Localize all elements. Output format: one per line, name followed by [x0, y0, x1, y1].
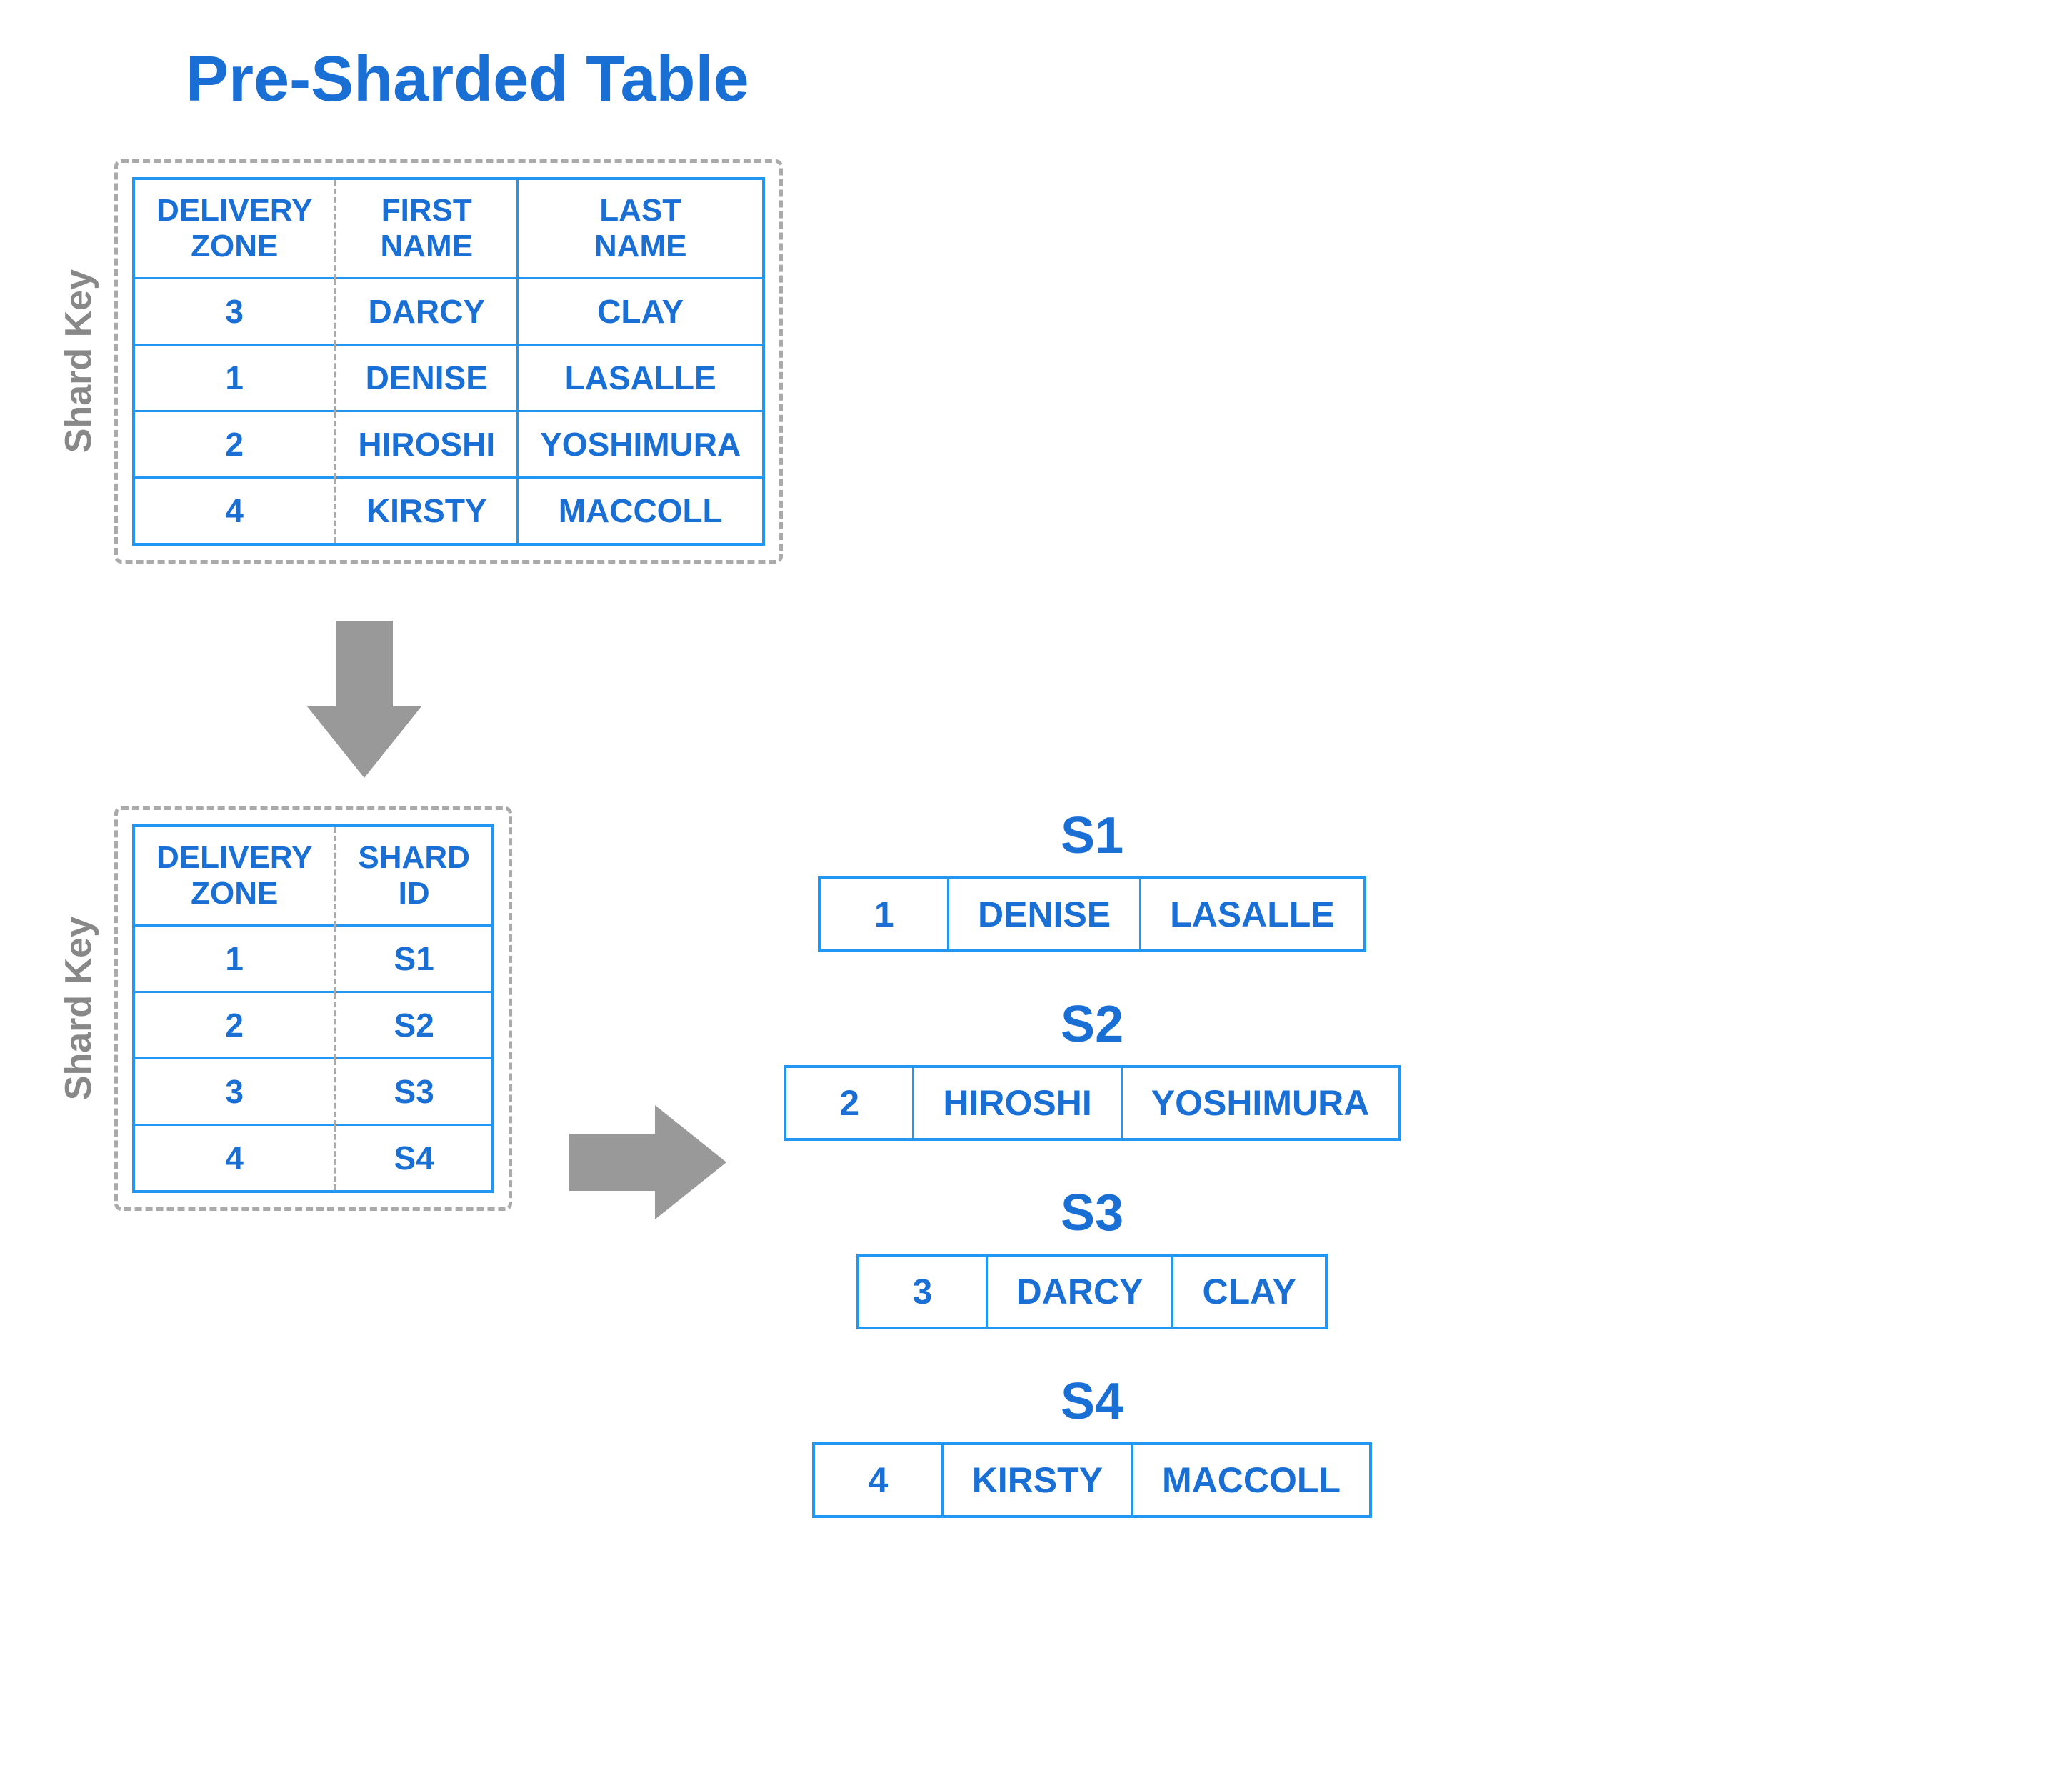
shard-key-label-top: Shard Key: [57, 269, 100, 453]
top-section: Shard Key DELIVERYZONE FIRSTNAME LASTNAM…: [57, 159, 2015, 564]
col-shard-id: SHARDID: [335, 826, 492, 926]
table-row: 2 S2: [134, 992, 493, 1059]
shard-table-S4: 4 KIRSTY MACCOLL: [812, 1442, 1372, 1518]
cell-last: LASALLE: [518, 345, 764, 411]
table-row: 3 DARCY CLAY: [134, 279, 764, 345]
shard-cell-first: KIRSTY: [942, 1444, 1132, 1517]
shard-S4: S4 4 KIRSTY MACCOLL: [784, 1372, 1401, 1518]
bottom-section: Shard Key DELIVERYZONE SHARDID 1 S1 2 S2…: [57, 806, 2015, 1518]
shard-S1: S1 1 DENISE LASALLE: [784, 806, 1401, 952]
col-delivery-zone: DELIVERYZONE: [134, 179, 335, 279]
shard-cell-zone: 2: [785, 1067, 914, 1139]
shard-cell-first: DARCY: [986, 1255, 1173, 1328]
shard-title-S2: S2: [1061, 995, 1123, 1054]
cell-shard: S1: [335, 926, 492, 992]
shard-mapping-table: DELIVERYZONE SHARDID 1 S1 2 S2 3 S3 4 S4: [132, 824, 494, 1193]
shard-S3: S3 3 DARCY CLAY: [784, 1184, 1401, 1329]
bottom-left: Shard Key DELIVERYZONE SHARDID 1 S1 2 S2…: [57, 806, 512, 1211]
shards-container: S1 1 DENISE LASALLE S2 2 HIROSHI YOSHIMU…: [784, 806, 1401, 1518]
arrow-down-container: [186, 621, 543, 778]
arrow-stem: [336, 621, 393, 706]
col-first-name: FIRSTNAME: [335, 179, 517, 279]
shard-table-S3: 3 DARCY CLAY: [856, 1254, 1328, 1329]
arrow-right: [569, 1105, 726, 1219]
cell-first: HIROSHI: [335, 411, 517, 478]
cell-shard: S4: [335, 1125, 492, 1192]
cell-first: KIRSTY: [335, 478, 517, 545]
pre-sharded-table: DELIVERYZONE FIRSTNAME LASTNAME 3 DARCY …: [132, 177, 765, 546]
shard-cell-zone: 3: [858, 1255, 986, 1328]
shard-cell-zone: 1: [819, 878, 948, 951]
shard-row: 2 HIROSHI YOSHIMURA: [785, 1067, 1399, 1139]
shard-key-label-bottom: Shard Key: [57, 917, 100, 1100]
cell-zone: 4: [134, 1125, 335, 1192]
arrow-right-container: [569, 1105, 726, 1219]
cell-last: YOSHIMURA: [518, 411, 764, 478]
shard-title-S4: S4: [1061, 1372, 1123, 1431]
shard-title-S1: S1: [1061, 806, 1123, 865]
cell-last: CLAY: [518, 279, 764, 345]
cell-zone: 1: [134, 926, 335, 992]
cell-shard: S2: [335, 992, 492, 1059]
shard-cell-last: LASALLE: [1141, 878, 1365, 951]
cell-zone: 3: [134, 279, 335, 345]
table-header-row: DELIVERYZONE FIRSTNAME LASTNAME: [134, 179, 764, 279]
shard-cell-first: HIROSHI: [914, 1067, 1121, 1139]
shard-S2: S2 2 HIROSHI YOSHIMURA: [784, 995, 1401, 1141]
shard-title-S3: S3: [1061, 1184, 1123, 1242]
bottom-dashed-box: DELIVERYZONE SHARDID 1 S1 2 S2 3 S3 4 S4: [114, 806, 512, 1211]
col-delivery-zone-2: DELIVERYZONE: [134, 826, 335, 926]
cell-last: MACCOLL: [518, 478, 764, 545]
cell-zone: 4: [134, 478, 335, 545]
shard-table-S1: 1 DENISE LASALLE: [818, 876, 1366, 952]
shard-cell-first: DENISE: [948, 878, 1140, 951]
arrow-down: [307, 621, 421, 778]
arrow-right-head: [655, 1105, 726, 1219]
shard-cell-last: MACCOLL: [1133, 1444, 1371, 1517]
col-last-name: LASTNAME: [518, 179, 764, 279]
arrow-right-stem: [569, 1134, 655, 1191]
shard-cell-zone: 4: [814, 1444, 942, 1517]
page-title: Pre-Sharded Table: [186, 43, 2015, 116]
shard-cell-last: YOSHIMURA: [1121, 1067, 1399, 1139]
table-row: 4 KIRSTY MACCOLL: [134, 478, 764, 545]
table-row: 1 DENISE LASALLE: [134, 345, 764, 411]
shard-row: 3 DARCY CLAY: [858, 1255, 1326, 1328]
table-row: 1 S1: [134, 926, 493, 992]
arrow-head: [307, 706, 421, 778]
cell-zone: 2: [134, 411, 335, 478]
cell-zone: 1: [134, 345, 335, 411]
shard-row: 1 DENISE LASALLE: [819, 878, 1364, 951]
shard-cell-last: CLAY: [1173, 1255, 1326, 1328]
cell-first: DENISE: [335, 345, 517, 411]
bottom-header-row: DELIVERYZONE SHARDID: [134, 826, 493, 926]
table-row: 2 HIROSHI YOSHIMURA: [134, 411, 764, 478]
shard-table-S2: 2 HIROSHI YOSHIMURA: [784, 1065, 1401, 1141]
cell-zone: 3: [134, 1059, 335, 1125]
table-row: 3 S3: [134, 1059, 493, 1125]
table-row: 4 S4: [134, 1125, 493, 1192]
cell-shard: S3: [335, 1059, 492, 1125]
page-container: Pre-Sharded Table Shard Key DELIVERYZONE…: [0, 0, 2072, 1783]
cell-zone: 2: [134, 992, 335, 1059]
top-dashed-box: DELIVERYZONE FIRSTNAME LASTNAME 3 DARCY …: [114, 159, 783, 564]
cell-first: DARCY: [335, 279, 517, 345]
shard-row: 4 KIRSTY MACCOLL: [814, 1444, 1371, 1517]
